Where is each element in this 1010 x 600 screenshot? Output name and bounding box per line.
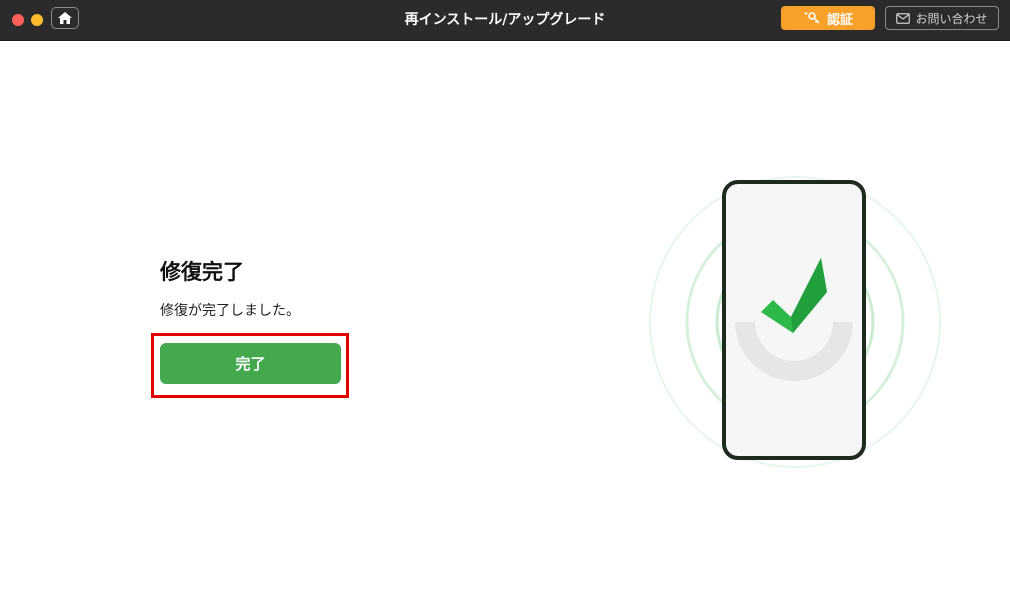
key-sparkle-icon <box>804 12 820 24</box>
contact-label: お問い合わせ <box>915 11 988 26</box>
minimize-window-button[interactable] <box>31 14 43 26</box>
close-window-button[interactable] <box>12 14 24 26</box>
page-title: 修復完了 <box>160 260 244 284</box>
phone-checkmark-illustration <box>649 176 941 468</box>
title-bar: 再インストール/アップグレード 認証 お問い合わせ <box>0 0 1010 41</box>
auth-button[interactable]: 認証 <box>781 6 875 30</box>
status-message: 修復が完了しました。 <box>160 303 300 319</box>
contact-button[interactable]: お問い合わせ <box>885 6 999 30</box>
home-icon <box>58 12 72 24</box>
done-button[interactable]: 完了 <box>160 343 341 384</box>
mail-icon <box>896 12 911 24</box>
auth-label: 認証 <box>826 12 853 28</box>
home-button[interactable] <box>51 7 79 29</box>
